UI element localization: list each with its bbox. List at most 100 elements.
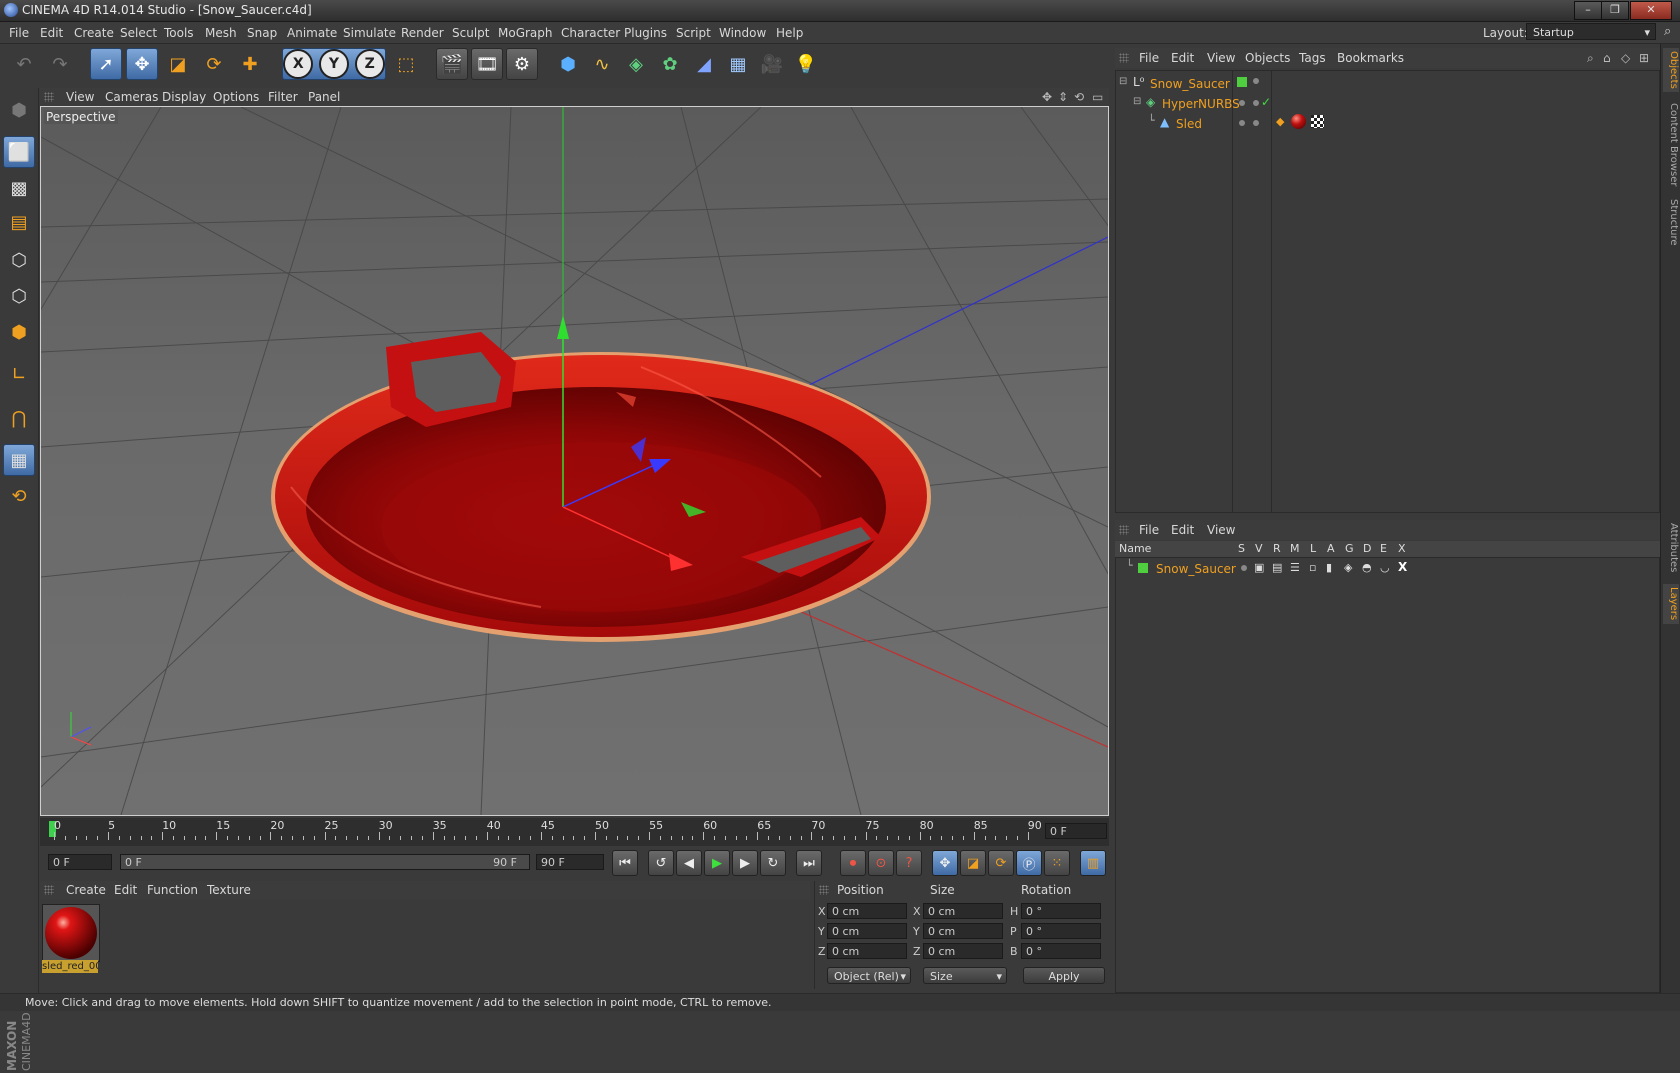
material-tag-icon[interactable]: [1291, 114, 1306, 129]
layer-menu-file[interactable]: File: [1139, 523, 1159, 537]
menu-mesh[interactable]: Mesh: [205, 26, 237, 40]
layer-name[interactable]: Snow_Saucer: [1156, 562, 1236, 576]
layer-manager-icon[interactable]: ☰: [1290, 561, 1300, 574]
menu-file[interactable]: File: [9, 26, 29, 40]
layer-expression-icon[interactable]: ◡: [1380, 561, 1390, 574]
layer-generator-icon[interactable]: ◈: [1344, 561, 1352, 574]
object-menu-file[interactable]: File: [1139, 51, 1159, 65]
panel-grip-icon[interactable]: [1119, 525, 1129, 535]
editor-visibility-dot[interactable]: [1239, 100, 1245, 106]
panel-grip-icon[interactable]: [1119, 53, 1129, 63]
key-pla-icon[interactable]: ⁙: [1044, 850, 1070, 876]
spline-icon[interactable]: ∿: [586, 48, 618, 80]
render-view-icon[interactable]: 🎬: [436, 48, 468, 80]
object-name[interactable]: HyperNURBS: [1162, 97, 1240, 111]
menu-create[interactable]: Create: [74, 26, 114, 40]
next-key-icon[interactable]: ↻: [760, 850, 786, 876]
object-menu-objects[interactable]: Objects: [1245, 51, 1290, 65]
size-y-field[interactable]: 0 cm: [923, 923, 1003, 939]
key-position-icon[interactable]: ✥: [932, 850, 958, 876]
play-icon[interactable]: ▶: [704, 850, 730, 876]
object-menu-view[interactable]: View: [1207, 51, 1235, 65]
camera-icon[interactable]: 🎥: [756, 48, 788, 80]
menu-script[interactable]: Script: [676, 26, 711, 40]
layer-lock-icon[interactable]: ▫: [1309, 561, 1316, 574]
menu-sculpt[interactable]: Sculpt: [452, 26, 489, 40]
snap-magnet-icon[interactable]: ⋂: [3, 402, 35, 434]
layer-view-icon[interactable]: ▣: [1254, 561, 1264, 574]
floor-icon[interactable]: ▦: [722, 48, 754, 80]
maximize-button[interactable]: ❐: [1601, 1, 1629, 20]
previous-key-icon[interactable]: ↺: [648, 850, 674, 876]
material-menu-create[interactable]: Create: [66, 883, 106, 897]
workplane-lock-icon[interactable]: ▦: [3, 444, 35, 476]
menu-help[interactable]: Help: [776, 26, 803, 40]
polygons-mode-icon[interactable]: ⬢: [3, 316, 35, 348]
recent-tool-icon[interactable]: ✚: [234, 48, 266, 80]
menu-select[interactable]: Select: [120, 26, 157, 40]
size-x-field[interactable]: 0 cm: [923, 903, 1003, 919]
collapse-icon[interactable]: ⊟: [1119, 76, 1127, 87]
coordinate-system-icon[interactable]: ⬚: [390, 48, 422, 80]
viewport-maximize-icon[interactable]: ▭: [1092, 90, 1103, 104]
material-name-label[interactable]: sled_red_00: [42, 960, 98, 973]
x-axis-lock-icon[interactable]: X: [283, 49, 314, 79]
editor-visibility-dot[interactable]: [1253, 78, 1259, 84]
rotate-tool-icon[interactable]: ⟳: [198, 48, 230, 80]
tab-layers[interactable]: Layers: [1663, 584, 1679, 624]
points-mode-icon[interactable]: ⬡: [3, 244, 35, 276]
close-button[interactable]: ✕: [1630, 1, 1672, 20]
next-frame-icon[interactable]: ▶: [732, 850, 758, 876]
autokeying-icon[interactable]: ⊙: [868, 850, 894, 876]
timeline-window-icon[interactable]: ▥: [1080, 850, 1106, 876]
layer-menu-edit[interactable]: Edit: [1171, 523, 1194, 537]
model-mode-icon[interactable]: ⬜: [3, 136, 35, 168]
edges-mode-icon[interactable]: ⬡: [3, 280, 35, 312]
uvw-tag-icon[interactable]: [1311, 115, 1324, 128]
object-name[interactable]: Snow_Saucer: [1150, 77, 1230, 91]
rot-b-field[interactable]: 0 °: [1021, 943, 1101, 959]
material-menu-edit[interactable]: Edit: [114, 883, 137, 897]
pos-z-field[interactable]: 0 cm: [827, 943, 907, 959]
material-menu-texture[interactable]: Texture: [207, 883, 251, 897]
texture-mode-icon[interactable]: ▩: [3, 172, 35, 204]
viewport-menu-display[interactable]: Display: [162, 90, 206, 104]
back-icon[interactable]: ◇: [1621, 51, 1630, 65]
z-axis-lock-icon[interactable]: Z: [354, 49, 385, 79]
layer-solo-dot[interactable]: [1241, 565, 1247, 571]
render-settings-icon[interactable]: ⚙: [506, 48, 538, 80]
layer-color-swatch[interactable]: [1237, 77, 1247, 87]
render-picture-viewer-icon[interactable]: 🎞: [471, 48, 503, 80]
size-z-field[interactable]: 0 cm: [923, 943, 1003, 959]
layout-select[interactable]: Startup ▾: [1526, 23, 1656, 40]
layer-color-swatch[interactable]: [1138, 563, 1148, 573]
undo-icon[interactable]: ↶: [8, 48, 40, 80]
current-frame-field[interactable]: 0 F: [1045, 823, 1107, 839]
pos-x-field[interactable]: 0 cm: [827, 903, 907, 919]
menu-character[interactable]: Character: [561, 26, 620, 40]
make-editable-icon[interactable]: ⬢: [3, 94, 35, 126]
size-mode-select[interactable]: Size ▾: [923, 967, 1007, 984]
object-row-snow-saucer[interactable]: ⊟ L⁰ Snow_Saucer: [1116, 74, 1659, 93]
layer-xref-icon[interactable]: X: [1398, 560, 1407, 574]
viewport-camera-label[interactable]: Perspective: [44, 110, 118, 124]
viewport-rotate-icon[interactable]: ⟲: [1074, 90, 1084, 104]
menu-simulate[interactable]: Simulate: [343, 26, 396, 40]
planar-workplane-icon[interactable]: ⟲: [3, 480, 35, 512]
layer-row[interactable]: └ Snow_Saucer ▣ ▤ ☰ ▫ ▮ ◈ ◓ ◡ X: [1116, 559, 1659, 578]
viewport-pan-icon[interactable]: ✥: [1042, 90, 1052, 104]
redo-icon[interactable]: ↷: [44, 48, 76, 80]
tab-attributes[interactable]: Attributes: [1663, 519, 1679, 577]
live-selection-icon[interactable]: ➚: [90, 48, 122, 80]
menu-render[interactable]: Render: [401, 26, 444, 40]
preview-range-slider[interactable]: 0 F 90 F: [120, 854, 530, 870]
nurbs-icon[interactable]: ◈: [620, 48, 652, 80]
go-to-start-icon[interactable]: ⏮: [612, 850, 638, 876]
move-tool-icon[interactable]: ✥: [126, 48, 158, 80]
search-icon[interactable]: ⌕: [1664, 24, 1671, 39]
object-menu-edit[interactable]: Edit: [1171, 51, 1194, 65]
light-icon[interactable]: 💡: [790, 48, 822, 80]
end-frame-field[interactable]: 90 F: [536, 854, 604, 870]
panel-grip-icon[interactable]: [819, 885, 829, 895]
panel-grip-icon[interactable]: [44, 92, 54, 102]
